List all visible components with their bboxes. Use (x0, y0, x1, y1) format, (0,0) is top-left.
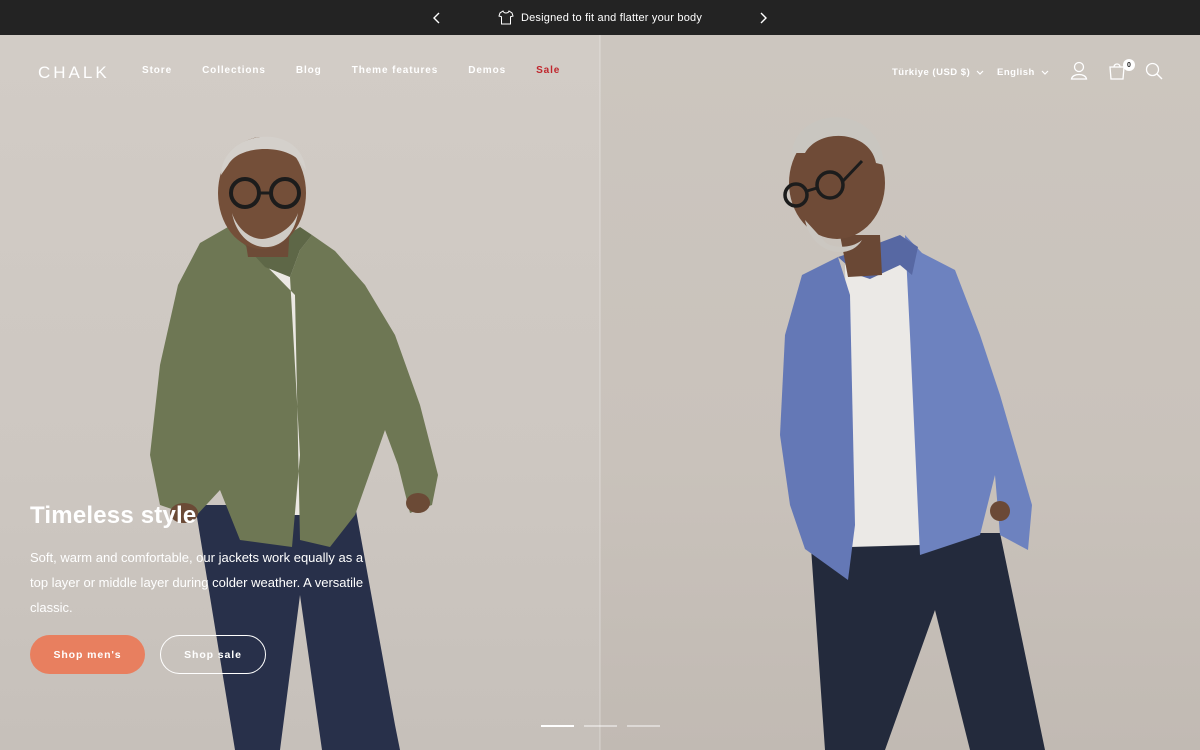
tshirt-icon (498, 10, 514, 25)
image-divider (599, 35, 601, 750)
hero-image-right (600, 35, 1200, 750)
site-logo[interactable]: CHALK (38, 63, 110, 83)
site-header: CHALK Store Collections Blog Theme featu… (0, 35, 1200, 109)
nav-theme-features[interactable]: Theme features (352, 65, 439, 76)
slide-dot-3[interactable] (627, 725, 660, 727)
chevron-right-icon (760, 12, 767, 24)
announcement-text: Designed to fit and flatter your body (520, 11, 703, 24)
nav-store[interactable]: Store (142, 65, 172, 76)
nav-blog[interactable]: Blog (296, 65, 322, 76)
chevron-left-icon (433, 12, 440, 24)
hero-title: Timeless style (30, 502, 197, 529)
currency-selector[interactable]: Türkiye (USD $) (892, 67, 984, 78)
language-selector[interactable]: English (997, 67, 1049, 78)
chevron-down-icon (976, 70, 984, 75)
account-button[interactable] (1068, 60, 1090, 82)
slide-dot-2[interactable] (584, 725, 617, 727)
nav-sale[interactable]: Sale (536, 65, 560, 76)
header-utilities: Türkiye (USD $) English 0 (880, 57, 1200, 87)
announcement-bar: Designed to fit and flatter your body (0, 0, 1200, 35)
shop-mens-button[interactable]: Shop men's (30, 635, 145, 674)
model-blue-jacket-image (780, 117, 1045, 750)
announcement-prev-button[interactable] (428, 9, 446, 27)
nav-demos[interactable]: Demos (468, 65, 506, 76)
slide-dot-1[interactable] (541, 725, 574, 727)
slide-indicators (541, 725, 660, 727)
currency-label: Türkiye (USD $) (892, 67, 971, 78)
search-button[interactable] (1143, 60, 1165, 82)
main-nav: Store Collections Blog Theme features De… (142, 65, 560, 76)
hero-description: Soft, warm and comfortable, our jackets … (30, 550, 364, 615)
user-icon (1070, 61, 1088, 80)
cart-count-badge: 0 (1123, 59, 1135, 71)
shop-sale-button[interactable]: Shop sale (160, 635, 266, 674)
search-icon (1145, 62, 1163, 80)
chevron-down-icon (1041, 70, 1049, 75)
nav-collections[interactable]: Collections (202, 65, 266, 76)
announcement-next-button[interactable] (754, 9, 772, 27)
announcement-message: Designed to fit and flatter your body (498, 10, 702, 25)
language-label: English (997, 67, 1035, 78)
